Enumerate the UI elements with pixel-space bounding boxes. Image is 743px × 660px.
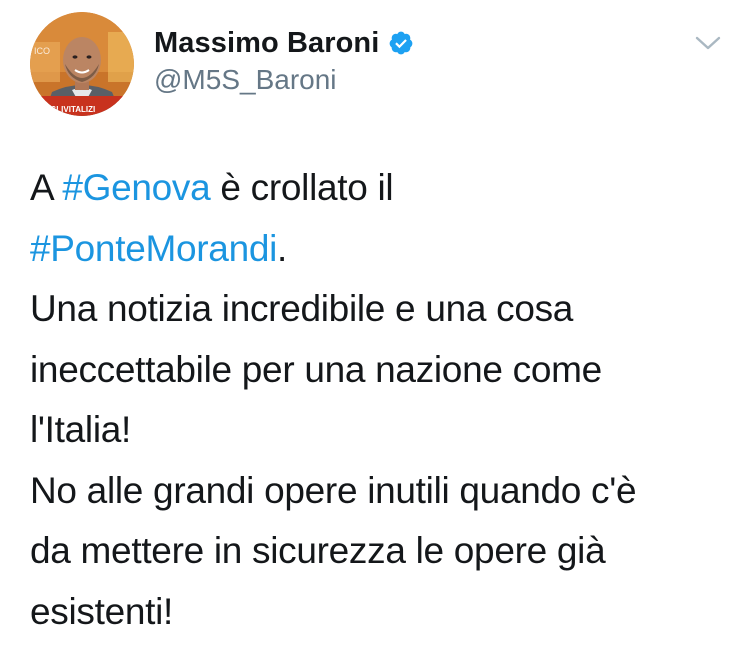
avatar-banner-text: TAGLIVITALIZI [40, 105, 95, 114]
tweet-line: ineccettabile per una nazione come [30, 348, 602, 390]
author-handle[interactable]: @M5S_Baroni [154, 64, 337, 96]
tweet-line: #PonteMorandi. [30, 219, 720, 280]
tweet-line: Una notizia incredibile e una cosa [30, 288, 574, 329]
tweet-line: A #Genova è crollato il [30, 158, 720, 219]
tweet-text: A #Genova è crollato il #PonteMorandi. U… [30, 158, 720, 642]
avatar-photo: ICO TAGLIVITALIZI [30, 12, 134, 116]
tweet-text-segment: è crollato il [210, 167, 394, 208]
tweet-card: ICO TAGLIVITALIZI Massimo Baroni @M5S_Ba… [0, 0, 743, 660]
author-display-name[interactable]: Massimo Baroni [154, 27, 379, 60]
svg-text:ICO: ICO [34, 46, 50, 56]
hashtag-link-pontemorandi[interactable]: #PonteMorandi [30, 228, 277, 269]
tweet-line: No alle grandi opere inutili quando c'è [30, 469, 637, 511]
avatar[interactable]: ICO TAGLIVITALIZI [30, 12, 134, 116]
chevron-down-icon[interactable] [694, 33, 722, 53]
author-name-row: Massimo Baroni [154, 26, 414, 60]
tweet-line: da mettere in sicurezza le opere già [30, 530, 606, 571]
tweet-text-segment: A [30, 167, 63, 208]
tweet-text-segment: . [277, 227, 288, 269]
verified-badge-icon [388, 30, 414, 56]
tweet-line: l'Italia! [30, 409, 132, 450]
tweet-line: esistenti! [30, 590, 174, 632]
hashtag-link-genova[interactable]: #Genova [62, 167, 210, 208]
